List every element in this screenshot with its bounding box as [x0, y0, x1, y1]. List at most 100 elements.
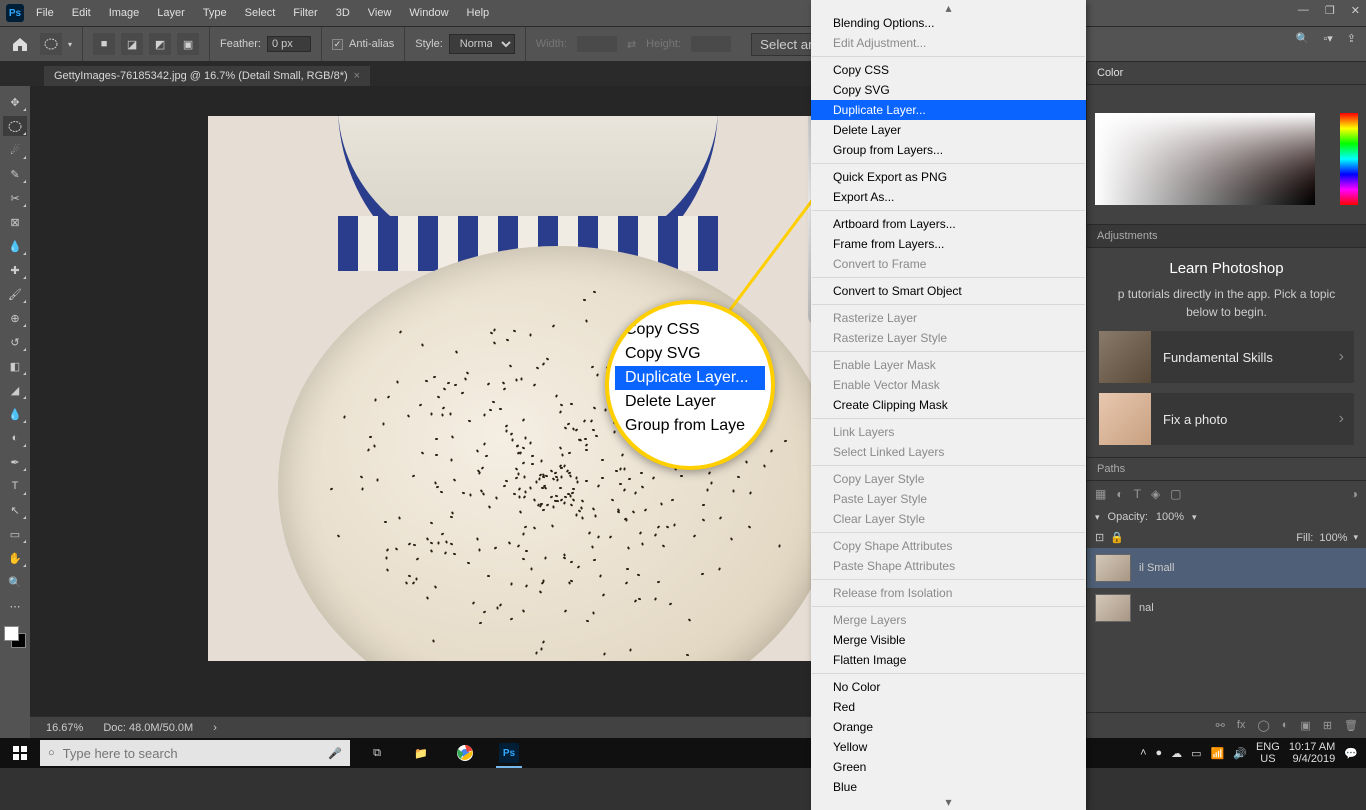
- share-icon[interactable]: ⇪: [1347, 32, 1356, 45]
- fill-value[interactable]: 100%: [1319, 532, 1347, 544]
- color-swatch[interactable]: [4, 626, 26, 648]
- dodge-tool[interactable]: ◐: [3, 428, 27, 448]
- context-menu-item[interactable]: ▴: [811, 3, 1086, 13]
- healing-tool[interactable]: ✚: [3, 260, 27, 280]
- feather-input[interactable]: [267, 36, 311, 52]
- hand-tool[interactable]: ✋: [3, 548, 27, 568]
- tray-wifi-icon[interactable]: 📶: [1211, 747, 1225, 760]
- selection-add-icon[interactable]: ◪: [121, 33, 143, 55]
- stamp-tool[interactable]: ⊕: [3, 308, 27, 328]
- tray-up-icon[interactable]: ˄: [1140, 747, 1146, 759]
- context-menu-item[interactable]: Export As...: [811, 187, 1086, 207]
- context-menu-item[interactable]: Flatten Image: [811, 650, 1086, 670]
- selection-subtract-icon[interactable]: ◩: [149, 33, 171, 55]
- context-menu-item[interactable]: Delete Layer: [811, 120, 1086, 140]
- group-icon[interactable]: ▣: [1300, 719, 1310, 732]
- learn-row-fundamentals[interactable]: Fundamental Skills ›: [1099, 331, 1354, 383]
- filter-type-icon[interactable]: T: [1134, 487, 1141, 501]
- context-menu-item[interactable]: Orange: [811, 717, 1086, 737]
- antialias-checkbox[interactable]: ✓: [332, 39, 343, 50]
- edit-toolbar-icon[interactable]: ⋯: [3, 596, 27, 616]
- chevron-down-icon[interactable]: ▾: [68, 40, 72, 49]
- context-menu-item[interactable]: Quick Export as PNG: [811, 167, 1086, 187]
- context-menu-item[interactable]: Green: [811, 757, 1086, 777]
- color-panel[interactable]: [1087, 85, 1366, 225]
- adjustments-tab[interactable]: Adjustments: [1087, 225, 1168, 247]
- adjustment-icon[interactable]: ◐: [1282, 719, 1289, 732]
- window-close-icon[interactable]: ✕: [1351, 4, 1360, 17]
- hue-slider[interactable]: [1340, 113, 1358, 205]
- path-select-tool[interactable]: ↖: [3, 500, 27, 520]
- menu-select[interactable]: Select: [245, 7, 276, 19]
- chevron-down-icon[interactable]: ▾: [1192, 512, 1197, 523]
- tray-onedrive-icon[interactable]: ☁: [1171, 747, 1182, 760]
- tray-volume-icon[interactable]: 🔊: [1233, 747, 1247, 760]
- zoom-tool[interactable]: 🔍: [3, 572, 27, 592]
- gradient-tool[interactable]: ◢: [3, 380, 27, 400]
- lasso-tool[interactable]: ☄: [3, 140, 27, 160]
- context-menu-item[interactable]: Artboard from Layers...: [811, 214, 1086, 234]
- menu-type[interactable]: Type: [203, 7, 227, 19]
- eraser-tool[interactable]: ◧: [3, 356, 27, 376]
- tray-battery-icon[interactable]: ▭: [1191, 747, 1201, 760]
- trash-icon[interactable]: 🗑: [1344, 719, 1358, 732]
- menu-filter[interactable]: Filter: [293, 7, 317, 19]
- tray-lang[interactable]: ENG: [1256, 741, 1280, 753]
- menu-3d[interactable]: 3D: [336, 7, 350, 19]
- chevron-down-icon[interactable]: ▾: [1353, 532, 1358, 543]
- fx-icon[interactable]: fx: [1237, 719, 1246, 732]
- filter-toggle-icon[interactable]: ◑: [1351, 487, 1358, 501]
- menu-view[interactable]: View: [368, 7, 392, 19]
- filter-smart-icon[interactable]: ▢: [1170, 487, 1181, 501]
- tray-notification-icon[interactable]: 💬: [1344, 747, 1358, 760]
- pen-tool[interactable]: ✒: [3, 452, 27, 472]
- context-menu-item[interactable]: Group from Layers...: [811, 140, 1086, 160]
- context-menu-item[interactable]: Merge Visible: [811, 630, 1086, 650]
- color-tab[interactable]: Color: [1087, 62, 1133, 84]
- context-menu-item[interactable]: Blue: [811, 777, 1086, 797]
- explorer-icon[interactable]: 📁: [402, 738, 440, 768]
- tray-kb[interactable]: US: [1256, 753, 1280, 765]
- task-view-icon[interactable]: ⧉: [358, 738, 396, 768]
- doc-size[interactable]: Doc: 48.0M/50.0M: [103, 722, 193, 734]
- lock-all-icon[interactable]: 🔒: [1110, 531, 1124, 544]
- history-brush-tool[interactable]: ↺: [3, 332, 27, 352]
- search-input[interactable]: [63, 746, 321, 761]
- layer-item-selected[interactable]: il Small: [1087, 548, 1366, 588]
- paths-tab[interactable]: Paths: [1087, 458, 1135, 480]
- type-tool[interactable]: T: [3, 476, 27, 496]
- context-menu-item[interactable]: Copy SVG: [811, 80, 1086, 100]
- selection-intersect-icon[interactable]: ▣: [177, 33, 199, 55]
- tray-date[interactable]: 9/4/2019: [1289, 753, 1335, 765]
- tray-app-icon[interactable]: ●: [1156, 747, 1163, 759]
- menu-layer[interactable]: Layer: [157, 7, 185, 19]
- opacity-value[interactable]: 100%: [1156, 511, 1184, 523]
- window-restore-icon[interactable]: ❐: [1325, 4, 1335, 17]
- tray-time[interactable]: 10:17 AM: [1289, 741, 1335, 753]
- document-tab[interactable]: GettyImages-76185342.jpg @ 16.7% (Detail…: [44, 66, 370, 86]
- mask-icon[interactable]: ◯: [1257, 719, 1269, 732]
- lock-transparent-icon[interactable]: ⊡: [1095, 531, 1104, 544]
- brush-tool[interactable]: 🖌: [3, 284, 27, 304]
- context-menu-item[interactable]: No Color: [811, 677, 1086, 697]
- new-layer-icon[interactable]: ⊞: [1323, 719, 1332, 732]
- start-button[interactable]: [0, 746, 40, 761]
- context-menu-item[interactable]: Yellow: [811, 737, 1086, 757]
- layer-context-menu[interactable]: ▴Blending Options...Edit Adjustment...Co…: [811, 0, 1086, 810]
- color-spectrum[interactable]: [1095, 113, 1315, 205]
- context-menu-item[interactable]: ▾: [811, 797, 1086, 807]
- chrome-icon[interactable]: [446, 738, 484, 768]
- menu-window[interactable]: Window: [409, 7, 448, 19]
- context-menu-item[interactable]: Frame from Layers...: [811, 234, 1086, 254]
- close-tab-icon[interactable]: ×: [354, 70, 360, 82]
- crop-tool[interactable]: ✂: [3, 188, 27, 208]
- blur-tool[interactable]: 💧: [3, 404, 27, 424]
- style-select[interactable]: Normal: [449, 34, 515, 54]
- menu-file[interactable]: File: [36, 7, 54, 19]
- taskbar-search[interactable]: ○ 🎤: [40, 740, 350, 766]
- filter-adjust-icon[interactable]: ◐: [1116, 487, 1123, 501]
- search-icon[interactable]: 🔍: [1296, 32, 1310, 45]
- marquee-shape-icon[interactable]: [40, 33, 62, 55]
- eyedropper-tool[interactable]: 💧: [3, 236, 27, 256]
- doc-layout-icon[interactable]: ▫▾: [1323, 32, 1332, 45]
